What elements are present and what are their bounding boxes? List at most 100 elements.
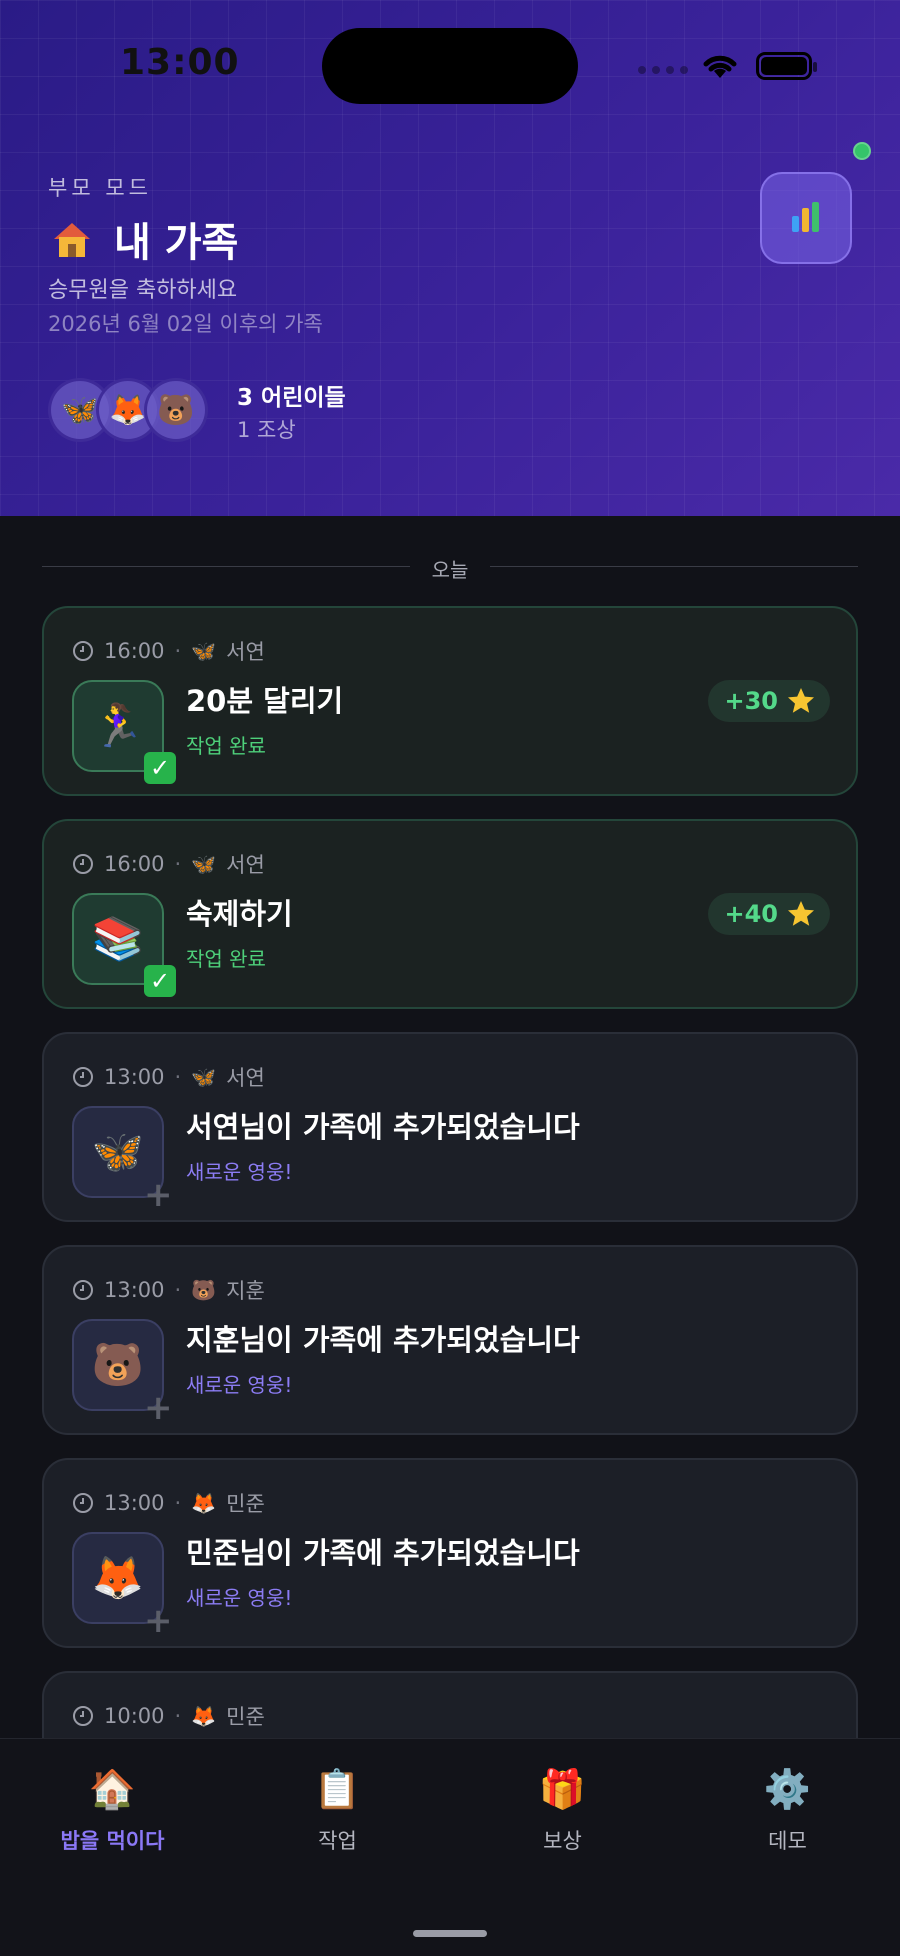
- meta-separator: ·: [174, 852, 182, 876]
- activity-time: 13:00: [104, 1065, 165, 1089]
- bear-icon: 🐻: [191, 1278, 217, 1302]
- star-icon: [788, 901, 814, 926]
- tab-rewards[interactable]: 🎁 보상: [450, 1765, 675, 1855]
- activity-status: 작업 완료: [186, 947, 266, 971]
- activity-title: 숙제하기: [186, 897, 293, 931]
- plus-icon: +: [144, 1601, 173, 1641]
- meta-separator: ·: [174, 639, 182, 663]
- bear-icon: 🐻: [144, 378, 208, 442]
- tab-tasks[interactable]: 📋 작업: [225, 1765, 450, 1855]
- clock-icon: [73, 1067, 93, 1087]
- tab-feed[interactable]: 🏠 밥을 먹이다: [0, 1765, 225, 1855]
- activity-meta: 16:00 · 🦋 서연: [72, 849, 265, 879]
- activity-meta: 13:00 · 🦊 민준: [72, 1488, 265, 1518]
- activity-status: 새로운 영웅!: [186, 1373, 293, 1397]
- clipboard-icon: 📋: [313, 1766, 362, 1811]
- bar-chart-icon: [792, 202, 819, 232]
- points-badge: +40: [708, 893, 830, 935]
- house-icon: 🏠: [88, 1766, 137, 1811]
- tab-demo[interactable]: ⚙️ 데모: [675, 1765, 900, 1855]
- page-title: 내 가족: [114, 220, 239, 266]
- activity-meta: 13:00 · 🐻 지훈: [72, 1275, 265, 1305]
- tab-label: 보상: [543, 1829, 582, 1853]
- tab-label: 밥을 먹이다: [60, 1829, 165, 1853]
- activity-time: 10:00: [104, 1704, 165, 1728]
- points-badge: +30: [708, 680, 830, 722]
- child-name: 서연: [226, 640, 265, 664]
- tab-bar: 🏠 밥을 먹이다 📋 작업 🎁 보상 ⚙️ 데모: [0, 1738, 900, 1956]
- activity-time: 16:00: [104, 852, 165, 876]
- activity-time: 13:00: [104, 1278, 165, 1302]
- meta-separator: ·: [174, 1278, 182, 1302]
- mode-label: 부모 모드: [48, 176, 152, 200]
- checkmark-icon: ✓: [144, 752, 176, 784]
- activity-time: 16:00: [104, 639, 165, 663]
- activity-title: 20분 달리기: [186, 684, 344, 718]
- checkmark-icon: ✓: [144, 965, 176, 997]
- activity-meta: 16:00 · 🦋 서연: [72, 636, 265, 666]
- fox-icon: 🦊: [191, 1491, 217, 1515]
- tab-label: 작업: [318, 1829, 357, 1853]
- header-subtitle: 승무원을 축하하세요: [48, 278, 238, 303]
- ancestor-count: 1 조상: [237, 418, 296, 442]
- star-icon: [788, 688, 814, 713]
- status-time: 13:00: [120, 42, 240, 83]
- meta-separator: ·: [174, 1491, 182, 1515]
- children-count-label: 어린이들: [261, 385, 346, 411]
- children-count: 3 어린이들: [237, 378, 346, 412]
- clock-icon: [73, 854, 93, 874]
- child-name: 민준: [226, 1492, 265, 1516]
- section-divider-today: 오늘: [42, 556, 858, 582]
- activity-meta: 13:00 · 🦋 서연: [72, 1062, 265, 1092]
- wifi-icon: [703, 55, 737, 78]
- activity-card[interactable]: 13:00 · 🦊 민준 🦊 + 민준님이 가족에 추가되었습니다 새로운 영웅…: [42, 1458, 858, 1648]
- activity-card[interactable]: 13:00 · 🐻 지훈 🐻 + 지훈님이 가족에 추가되었습니다 새로운 영웅…: [42, 1245, 858, 1435]
- house-icon: [54, 223, 90, 257]
- butterfly-icon: 🦋: [191, 852, 217, 876]
- activity-title: 민준님이 가족에 추가되었습니다: [186, 1536, 580, 1570]
- child-name: 서연: [226, 853, 265, 877]
- butterfly-icon: 🦋: [191, 1065, 217, 1089]
- points-value: +40: [724, 900, 778, 928]
- family-since-text: 2026년 6월 02일 이후의 가족: [48, 312, 323, 336]
- activity-title: 서연님이 가족에 추가되었습니다: [186, 1110, 580, 1144]
- stats-button[interactable]: [760, 172, 852, 264]
- section-label: 오늘: [431, 558, 469, 582]
- plus-icon: +: [144, 1175, 173, 1215]
- home-indicator[interactable]: [413, 1930, 487, 1937]
- clock-icon: [73, 1493, 93, 1513]
- activity-status: 새로운 영웅!: [186, 1586, 293, 1610]
- meta-separator: ·: [174, 1065, 182, 1089]
- meta-separator: ·: [174, 1704, 182, 1728]
- fox-icon: 🦊: [191, 1704, 217, 1728]
- child-name: 지훈: [226, 1279, 265, 1303]
- gift-icon: 🎁: [538, 1766, 587, 1811]
- plus-icon: +: [144, 1388, 173, 1428]
- activity-card[interactable]: 16:00 · 🦋 서연 📚 ✓ 숙제하기 작업 완료 +40: [42, 819, 858, 1009]
- points-value: +30: [724, 687, 778, 715]
- tab-label: 데모: [768, 1829, 807, 1853]
- activity-status: 새로운 영웅!: [186, 1160, 293, 1184]
- status-bar: 13:00: [0, 0, 900, 120]
- children-count-number: 3: [237, 385, 254, 411]
- activity-title: 지훈님이 가족에 추가되었습니다: [186, 1323, 580, 1357]
- child-name: 민준: [226, 1705, 265, 1729]
- child-name: 서연: [226, 1066, 265, 1090]
- activity-time: 13:00: [104, 1491, 165, 1515]
- activity-meta: 10:00 · 🦊 민준: [72, 1701, 265, 1731]
- activity-card[interactable]: 16:00 · 🦋 서연 🏃‍♀️ ✓ 20분 달리기 작업 완료 +30: [42, 606, 858, 796]
- online-status-dot: [853, 142, 871, 160]
- dynamic-island: [322, 28, 578, 104]
- clock-icon: [73, 1706, 93, 1726]
- family-header: 13:00 부모 모드 내 가족 승무원을 축하하세요 2026년 6월 02일…: [0, 0, 900, 516]
- cellular-signal-icon: [638, 66, 688, 74]
- gear-icon: ⚙️: [763, 1766, 812, 1811]
- clock-icon: [73, 1280, 93, 1300]
- battery-icon: [756, 52, 817, 80]
- activity-card[interactable]: 13:00 · 🦋 서연 🦋 + 서연님이 가족에 추가되었습니다 새로운 영웅…: [42, 1032, 858, 1222]
- butterfly-icon: 🦋: [191, 639, 217, 663]
- clock-icon: [73, 641, 93, 661]
- children-avatars[interactable]: 🦋 🦊 🐻: [48, 378, 218, 442]
- activity-status: 작업 완료: [186, 734, 266, 758]
- page-title-row: 내 가족: [50, 210, 238, 268]
